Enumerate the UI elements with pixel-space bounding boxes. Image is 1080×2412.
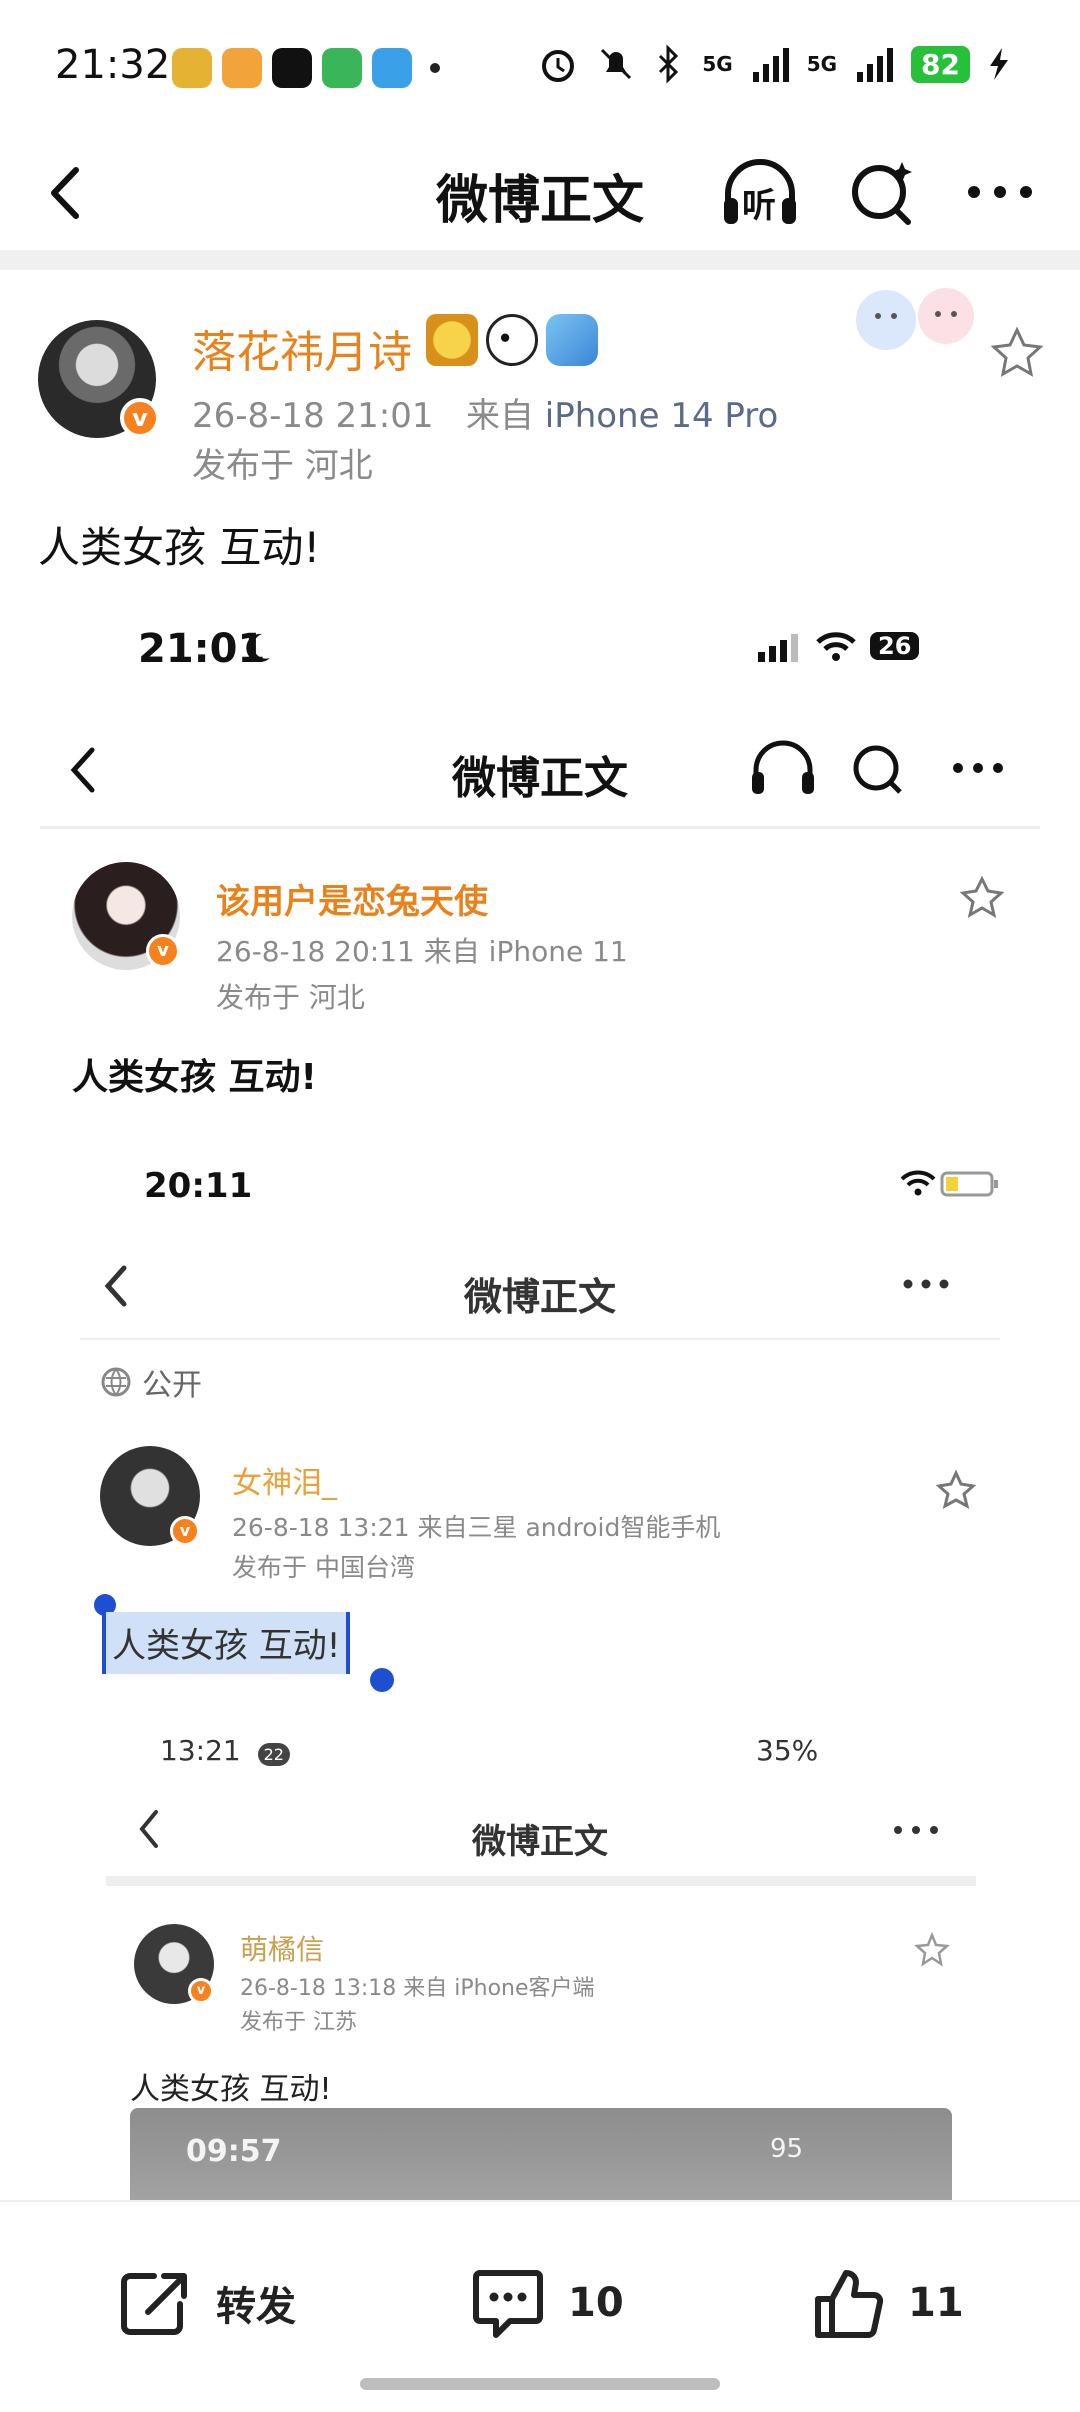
- search-icon[interactable]: [846, 154, 920, 230]
- embed3-post-meta: 26-8-18 13:18 来自 iPhone客户端: [240, 1976, 595, 2001]
- embed3-notif-count: 22: [257, 1743, 290, 1766]
- embed-search-icon: [853, 745, 902, 794]
- embed2-post-meta: 26-8-18 13:21 来自三星 android智能手机: [232, 1513, 721, 1542]
- share-icon: [121, 2273, 187, 2335]
- embed-post-text: 人类女孩 互动!: [72, 1057, 317, 1098]
- signal-icon: [758, 634, 798, 662]
- repost-label: 转发: [216, 2284, 296, 2330]
- embed-nav-title: 微博正文: [452, 753, 628, 804]
- panda-badge-icon: [486, 314, 538, 366]
- embed3-post-text: 人类女孩 互动!: [130, 2072, 332, 2107]
- section-divider: [0, 250, 1080, 270]
- moon-icon: [246, 633, 270, 662]
- embed-verified-badge: v: [146, 934, 180, 968]
- post-image[interactable]: 21:01 26 微博正文 v 该用户是恋兔天使 26-8-18 20:11 来…: [0, 590, 1080, 2200]
- embed2-selected-text: 人类女孩 互动!: [102, 1612, 351, 1674]
- app-notification-icon: [172, 48, 212, 88]
- more-icon[interactable]: [960, 154, 1040, 230]
- tiktok-notification-icon: [272, 48, 312, 88]
- embed2-star-icon: [936, 1470, 976, 1509]
- embed3-status-time: 13:21 22: [160, 1734, 290, 1767]
- embed3-divider: [106, 1876, 976, 1886]
- repost-button[interactable]: 转发: [118, 2258, 296, 2348]
- embed2-author-name: 女神泪_: [232, 1466, 337, 1501]
- post-meta: 26-8-18 21:01 来自 iPhone 14 Pro: [192, 388, 778, 437]
- signal-5g-label: 5G: [702, 52, 733, 76]
- embed2-battery-icon: [940, 1171, 998, 1197]
- selection-handle-end: [370, 1668, 394, 1692]
- embed2-visibility: 公开: [100, 1360, 202, 1404]
- embed4-battery: 95: [770, 2134, 804, 2164]
- embed3-time: 13:21: [160, 1734, 241, 1767]
- weibo-notification-icon: [222, 48, 262, 88]
- like-count: 11: [908, 2280, 964, 2326]
- status-bar: 21:32 5G 5G 82: [0, 0, 1080, 140]
- alarm-icon: [542, 50, 575, 82]
- post-device[interactable]: iPhone 14 Pro: [545, 396, 779, 436]
- favorite-star-icon[interactable]: [990, 326, 1044, 380]
- nav-bar: 微博正文 听: [0, 140, 1080, 250]
- system-status: 5G 5G 82: [538, 44, 1010, 84]
- action-bar: 转发 10 11: [0, 2200, 1080, 2412]
- post-location: 发布于 河北: [192, 446, 373, 486]
- embed3-battery-text: 35%: [756, 1734, 819, 1767]
- notification-icons: [172, 48, 440, 88]
- embed2-wifi-icon: [900, 1170, 936, 1196]
- comment-icon: [473, 2270, 543, 2338]
- embed-more-icon: [953, 763, 1003, 773]
- listen-label: 听: [742, 186, 776, 226]
- embed3-status-icons: 35%: [756, 1734, 818, 1767]
- like-button[interactable]: 11: [810, 2258, 964, 2348]
- comment-count: 10: [568, 2280, 624, 2326]
- thumbs-up-icon: [815, 2270, 884, 2338]
- author-name[interactable]: 落花祎月诗: [192, 316, 412, 380]
- embed4-screenshot: 09:57 95: [130, 2108, 952, 2200]
- embed4-status-time: 09:57: [186, 2134, 282, 2169]
- globe-icon: [101, 1367, 131, 1397]
- home-indicator[interactable]: [360, 2378, 720, 2390]
- embed-headphones-icon: [752, 740, 814, 794]
- embed3-verified-badge: v: [188, 1978, 214, 2004]
- embed3-more-icon: [894, 1826, 938, 1834]
- embed2-verified-badge: v: [170, 1516, 200, 1546]
- embed-post-location: 发布于 河北: [216, 981, 365, 1014]
- embed2-visibility-label: 公开: [142, 1368, 202, 1403]
- more-notifications-icon: [430, 63, 440, 73]
- embed-divider: [40, 826, 1040, 829]
- embed-battery: 26: [870, 632, 920, 660]
- embed-star-icon: [960, 876, 1004, 919]
- embed-status-icons: 26: [756, 630, 920, 662]
- status-time: 21:32: [55, 42, 171, 88]
- message-notification-icon: [372, 48, 412, 88]
- verified-badge: v: [120, 398, 160, 438]
- author-avatar[interactable]: v: [38, 320, 160, 438]
- embed-author-name: 该用户是恋兔天使: [216, 882, 488, 922]
- comment-button[interactable]: 10: [470, 2258, 624, 2348]
- author-badges: [426, 314, 598, 366]
- listen-button[interactable]: 听: [718, 154, 802, 230]
- embed2-more-icon: [903, 1279, 949, 1289]
- shark-badge-icon: [546, 314, 598, 366]
- post-text: 人类女孩 互动!: [38, 523, 321, 572]
- embed2-post-location: 发布于 中国台湾: [232, 1553, 415, 1582]
- wifi-icon: [816, 632, 856, 661]
- mute-icon: [601, 48, 632, 80]
- post-source-prefix: 来自: [465, 396, 534, 436]
- embed3-star-icon: [914, 1932, 950, 1967]
- signal-5g-label-2: 5G: [806, 52, 838, 76]
- signal-icon: [752, 48, 789, 82]
- decoration-sticker: [856, 288, 974, 350]
- post-time: 26-8-18 21:01: [192, 396, 434, 436]
- battery-level: 82: [911, 45, 970, 83]
- embed3-post-location: 发布于 江苏: [240, 2010, 357, 2035]
- signal-icon-2: [857, 48, 894, 82]
- embed2-status-time: 20:11: [144, 1166, 253, 1206]
- embed2-divider: [80, 1338, 1000, 1340]
- charging-icon: [990, 48, 1008, 80]
- embed-post-meta: 26-8-18 20:11 来自 iPhone 11: [216, 935, 628, 968]
- crown-badge-icon: [426, 314, 478, 366]
- video-notification-icon: [322, 48, 362, 88]
- embed3-author-name: 萌橘信: [240, 1933, 325, 1966]
- bluetooth-icon: [659, 44, 679, 84]
